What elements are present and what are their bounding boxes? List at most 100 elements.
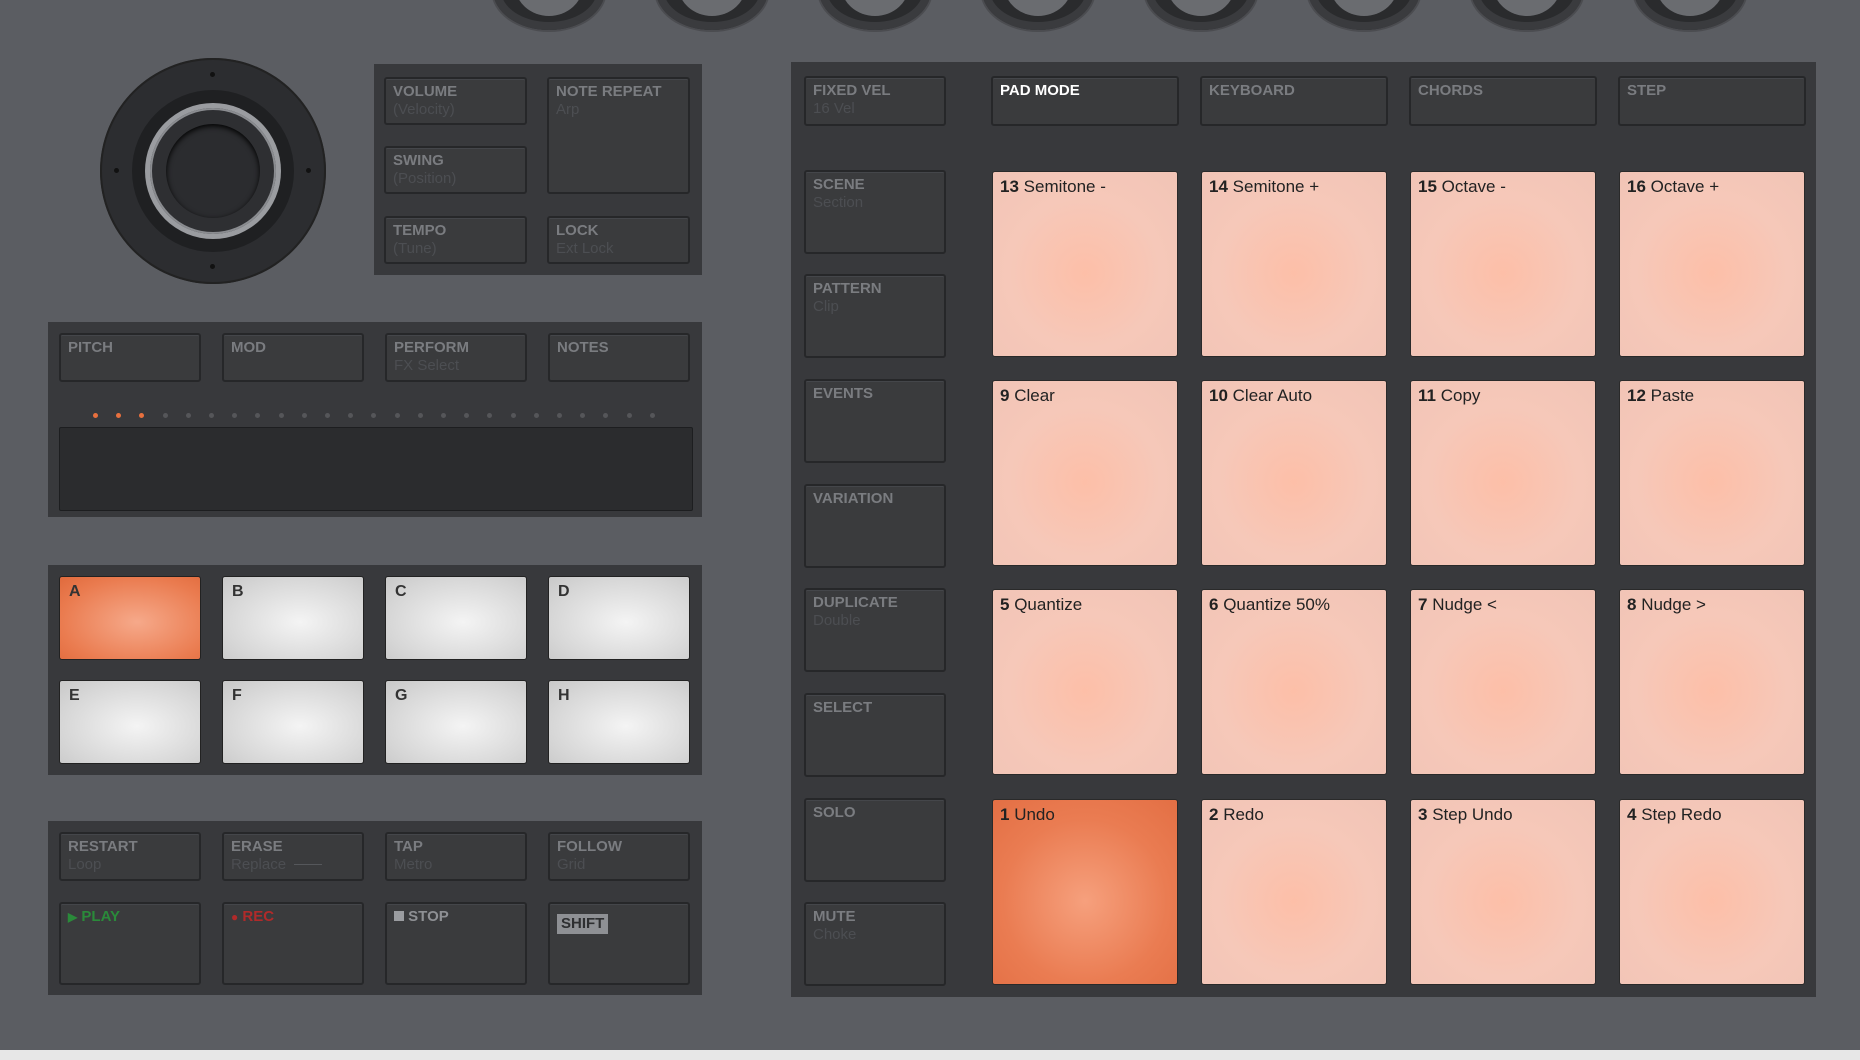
pad-6[interactable]: 6 Quantize 50% — [1201, 589, 1387, 775]
lock-button[interactable]: LOCK Ext Lock — [547, 216, 690, 264]
pad-12[interactable]: 12 Paste — [1619, 380, 1805, 566]
strip-led — [417, 413, 423, 418]
pad-1[interactable]: 1 Undo — [992, 799, 1178, 985]
group-label: H — [558, 687, 570, 704]
group-button-a[interactable]: A — [59, 576, 201, 660]
strip-led — [209, 413, 214, 418]
pad-3[interactable]: 3 Step Undo — [1410, 799, 1596, 985]
events-button[interactable]: EVENTS — [804, 379, 946, 463]
group-button-f[interactable]: F — [222, 680, 364, 764]
pad-number: 12 — [1627, 386, 1646, 405]
strip-led — [626, 413, 632, 418]
jog-dot-left — [114, 168, 119, 173]
keyboard-button[interactable]: KEYBOARD — [1200, 76, 1388, 126]
group-button-h[interactable]: H — [548, 680, 690, 764]
lock-label: LOCK — [556, 222, 599, 239]
swing-button[interactable]: SWING (Position) — [384, 146, 527, 194]
pad-mode-button[interactable]: PAD MODE — [991, 76, 1179, 126]
pad-label: Octave + — [1650, 177, 1720, 196]
pad-label: Step Undo — [1432, 805, 1513, 824]
variation-button[interactable]: VARIATION — [804, 484, 946, 568]
pad-4[interactable]: 4 Step Redo — [1619, 799, 1805, 985]
encoder-knob-1[interactable] — [493, 0, 605, 30]
group-label: F — [232, 687, 242, 704]
shift-button[interactable]: SHIFT — [548, 902, 690, 985]
follow-button[interactable]: FOLLOW Grid — [548, 832, 690, 881]
pad-9[interactable]: 9 Clear — [992, 380, 1178, 566]
group-button-d[interactable]: D — [548, 576, 690, 660]
pad-8[interactable]: 8 Nudge > — [1619, 589, 1805, 775]
pad-number: 15 — [1418, 177, 1437, 196]
volume-button[interactable]: VOLUME (Velocity) — [384, 77, 527, 125]
pitch-button[interactable]: PITCH — [59, 333, 201, 382]
perform-sub: FX Select — [394, 357, 460, 374]
encoder-knob-5[interactable] — [1145, 0, 1257, 30]
pad-label: Nudge > — [1641, 595, 1706, 614]
group-label: B — [232, 583, 244, 600]
encoder-knob-2[interactable] — [656, 0, 768, 30]
mod-label: MOD — [231, 339, 266, 356]
perform-button[interactable]: PERFORM FX Select — [385, 333, 527, 382]
duplicate-button[interactable]: DUPLICATE Double — [804, 588, 946, 672]
chords-button[interactable]: CHORDS — [1409, 76, 1597, 126]
note-repeat-label: NOTE REPEAT — [556, 83, 662, 100]
fixed-vel-sub: 16 Vel — [813, 100, 855, 117]
group-button-e[interactable]: E — [59, 680, 201, 764]
pad-14[interactable]: 14 Semitone + — [1201, 171, 1387, 357]
events-label: EVENTS — [813, 385, 874, 402]
pad-2[interactable]: 2 Redo — [1201, 799, 1387, 985]
strip-led — [93, 413, 98, 418]
pad-label: Clear — [1014, 386, 1055, 405]
rec-label: REC — [242, 908, 275, 925]
pad-number: 16 — [1627, 177, 1646, 196]
scene-button[interactable]: SCENE Section — [804, 170, 946, 254]
pad-5[interactable]: 5 Quantize — [992, 589, 1178, 775]
stop-label: STOP — [408, 908, 449, 925]
encoder-knob-7[interactable] — [1471, 0, 1583, 30]
encoder-knob-3[interactable] — [819, 0, 931, 30]
pitch-label: PITCH — [68, 339, 113, 356]
pad-13[interactable]: 13 Semitone - — [992, 171, 1178, 357]
shift-label: SHIFT — [557, 914, 609, 934]
erase-button[interactable]: ERASE Replace — [222, 832, 364, 881]
rec-button[interactable]: ● REC — [222, 902, 364, 985]
notes-button[interactable]: NOTES — [548, 333, 690, 382]
pad-7[interactable]: 7 Nudge < — [1410, 589, 1596, 775]
stop-button[interactable]: STOP — [385, 902, 527, 985]
duplicate-label: DUPLICATE — [813, 594, 898, 611]
pad-label: Quantize 50% — [1223, 595, 1330, 614]
mute-button[interactable]: MUTE Choke — [804, 902, 946, 986]
touch-strip[interactable] — [59, 427, 693, 511]
strip-led — [510, 413, 516, 418]
encoder-knob-6[interactable] — [1308, 0, 1420, 30]
play-button[interactable]: ▶ PLAY — [59, 902, 201, 985]
jog-dot-top — [210, 72, 215, 77]
pad-10[interactable]: 10 Clear Auto — [1201, 380, 1387, 566]
solo-button[interactable]: SOLO — [804, 798, 946, 882]
fixed-vel-button[interactable]: FIXED VEL 16 Vel — [804, 76, 946, 126]
mod-button[interactable]: MOD — [222, 333, 364, 382]
jog-wheel[interactable] — [100, 58, 326, 284]
note-repeat-button[interactable]: NOTE REPEAT Arp — [547, 77, 690, 194]
tap-button[interactable]: TAP Metro — [385, 832, 527, 881]
group-label: C — [395, 583, 407, 600]
pad-11[interactable]: 11 Copy — [1410, 380, 1596, 566]
select-button[interactable]: SELECT — [804, 693, 946, 777]
jog-dot-bottom — [210, 264, 215, 269]
jog-wheel-center[interactable] — [166, 124, 260, 218]
pad-label: Undo — [1014, 805, 1055, 824]
pad-16[interactable]: 16 Octave + — [1619, 171, 1805, 357]
group-button-b[interactable]: B — [222, 576, 364, 660]
pad-15[interactable]: 15 Octave - — [1410, 171, 1596, 357]
duplicate-sub: Double — [813, 612, 861, 629]
group-button-c[interactable]: C — [385, 576, 527, 660]
encoder-knob-8[interactable] — [1634, 0, 1746, 30]
restart-button[interactable]: RESTART Loop — [59, 832, 201, 881]
record-icon: ● — [231, 910, 239, 924]
pattern-button[interactable]: PATTERN Clip — [804, 274, 946, 358]
encoder-knob-4[interactable] — [982, 0, 1094, 30]
step-button[interactable]: STEP — [1618, 76, 1806, 126]
group-button-g[interactable]: G — [385, 680, 527, 764]
play-label: PLAY — [81, 908, 121, 925]
tempo-button[interactable]: TEMPO (Tune) — [384, 216, 527, 264]
